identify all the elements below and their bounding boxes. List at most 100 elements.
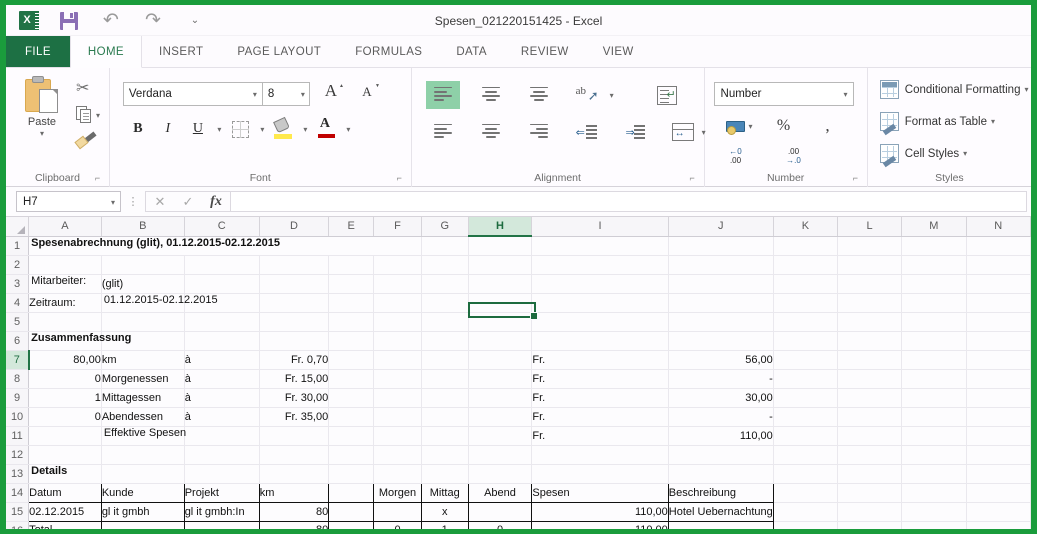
comma-style-button[interactable]: , — [811, 114, 845, 138]
align-right-button[interactable] — [522, 118, 556, 146]
tab-insert[interactable]: INSERT — [142, 36, 220, 67]
wrap-text-button[interactable] — [650, 81, 684, 109]
cell-i1[interactable] — [531, 236, 669, 256]
cell-k1[interactable] — [773, 236, 838, 256]
clipboard-dialog-launcher[interactable]: ⌐ — [95, 174, 104, 183]
cell-g4[interactable] — [421, 293, 469, 313]
insert-function-icon[interactable]: fx — [202, 191, 230, 212]
row-header-16[interactable]: 16 — [6, 521, 30, 529]
cell-styles-chevron-down-icon[interactable]: ▾ — [963, 149, 967, 158]
cell-h9[interactable] — [468, 388, 533, 408]
cell-f6[interactable] — [373, 331, 422, 351]
column-header-m[interactable]: M — [901, 217, 967, 237]
cell-d10[interactable]: Fr. 35,00 — [259, 407, 330, 427]
accounting-format-button[interactable] — [719, 114, 753, 138]
row-header-6[interactable]: 6 — [6, 331, 30, 351]
cell-k2[interactable] — [773, 255, 838, 275]
cell-m1[interactable] — [901, 236, 967, 256]
align-center-button[interactable] — [474, 118, 508, 146]
format-as-table-button[interactable]: Format as Table ▾ — [879, 112, 995, 131]
cell-f13[interactable] — [373, 464, 422, 484]
cell-i9-value[interactable]: 30,00 — [668, 388, 774, 408]
cell-g13[interactable] — [421, 464, 469, 484]
column-header-a[interactable]: A — [28, 217, 102, 237]
row-header-7[interactable]: 7 — [6, 350, 30, 370]
cell-n16[interactable] — [966, 521, 1031, 529]
tab-review[interactable]: REVIEW — [504, 36, 586, 67]
cell-k15[interactable] — [773, 502, 838, 522]
cell-a9[interactable]: 1 — [28, 388, 102, 408]
font-color-chevron-down-icon[interactable]: ▾ — [342, 125, 355, 134]
cell-m7[interactable] — [901, 350, 967, 370]
number-dialog-launcher[interactable]: ⌐ — [853, 174, 862, 183]
cell-c11[interactable] — [184, 426, 260, 446]
cell-c13[interactable] — [184, 464, 260, 484]
cell-i7-value[interactable]: 56,00 — [668, 350, 774, 370]
tab-formulas[interactable]: FORMULAS — [338, 36, 439, 67]
cell-m9[interactable] — [901, 388, 967, 408]
cell-b4[interactable]: 01.12.2015-02.12.2015 — [101, 293, 218, 313]
cell-n15[interactable] — [966, 502, 1031, 522]
cell-b5[interactable] — [101, 312, 185, 332]
cell-i15[interactable]: 110,00 — [531, 502, 669, 522]
cell-d6[interactable] — [259, 331, 330, 351]
cell-b2[interactable] — [101, 255, 185, 275]
cell-i7-label[interactable]: Fr. — [531, 350, 669, 370]
top-align-button[interactable] — [425, 81, 460, 109]
cell-m16[interactable] — [901, 521, 967, 529]
cell-c16[interactable] — [184, 521, 260, 529]
cell-f7[interactable] — [373, 350, 422, 370]
cell-a2[interactable] — [28, 255, 102, 275]
cell-c3[interactable] — [184, 274, 260, 294]
cell-n13[interactable] — [966, 464, 1031, 484]
cell-h7[interactable] — [468, 350, 533, 370]
cell-f3[interactable] — [373, 274, 422, 294]
cell-n2[interactable] — [966, 255, 1031, 275]
cell-g11[interactable] — [421, 426, 469, 446]
cell-e9[interactable] — [328, 388, 375, 408]
cell-m10[interactable] — [901, 407, 967, 427]
cell-k6[interactable] — [773, 331, 838, 351]
percent-style-button[interactable]: % — [767, 114, 801, 138]
column-header-e[interactable]: E — [328, 217, 375, 237]
cell-d16[interactable]: 80 — [259, 521, 330, 529]
cell-n7[interactable] — [966, 350, 1031, 370]
increase-indent-button[interactable]: ⇒ — [618, 118, 652, 146]
cell-g10[interactable] — [421, 407, 469, 427]
cell-k16[interactable] — [773, 521, 838, 529]
cell-k5[interactable] — [773, 312, 838, 332]
cell-m15[interactable] — [901, 502, 967, 522]
cell-b9[interactable]: Mittagessen — [101, 388, 185, 408]
cell-h5[interactable] — [468, 312, 533, 332]
cell-b16[interactable] — [101, 521, 185, 529]
cell-h4[interactable] — [468, 293, 533, 313]
cell-d4[interactable] — [259, 293, 330, 313]
cell-n10[interactable] — [966, 407, 1031, 427]
cell-f15[interactable] — [373, 502, 422, 522]
row-header-1[interactable]: 1 — [6, 236, 30, 256]
cell-c8[interactable]: à — [184, 369, 260, 389]
row-header-8[interactable]: 8 — [6, 369, 30, 389]
cell-i5[interactable] — [531, 312, 669, 332]
cell-e2[interactable] — [328, 255, 375, 275]
cell-h2[interactable] — [468, 255, 533, 275]
cell-a10[interactable]: 0 — [28, 407, 102, 427]
font-dialog-launcher[interactable]: ⌐ — [397, 174, 406, 183]
borders-button[interactable] — [226, 116, 256, 142]
cell-a16[interactable]: Total — [28, 521, 102, 529]
cell-k4[interactable] — [773, 293, 838, 313]
cell-f8[interactable] — [373, 369, 422, 389]
fill-color-button[interactable] — [269, 116, 299, 142]
cell-c6[interactable] — [184, 331, 260, 351]
format-painter-icon[interactable] — [74, 131, 97, 150]
cell-n11[interactable] — [966, 426, 1031, 446]
orientation-button[interactable]: ab ➚ — [570, 81, 604, 109]
cell-i16[interactable]: 110,00 — [531, 521, 669, 529]
cell-k10[interactable] — [773, 407, 838, 427]
conditional-formatting-button[interactable]: Conditional Formatting ▾ — [879, 80, 1028, 99]
font-size-input[interactable]: 8 ▾ — [262, 82, 310, 106]
cell-e16[interactable] — [328, 521, 375, 529]
column-header-c[interactable]: C — [184, 217, 260, 237]
cell-n8[interactable] — [966, 369, 1031, 389]
row-header-15[interactable]: 15 — [6, 502, 30, 522]
